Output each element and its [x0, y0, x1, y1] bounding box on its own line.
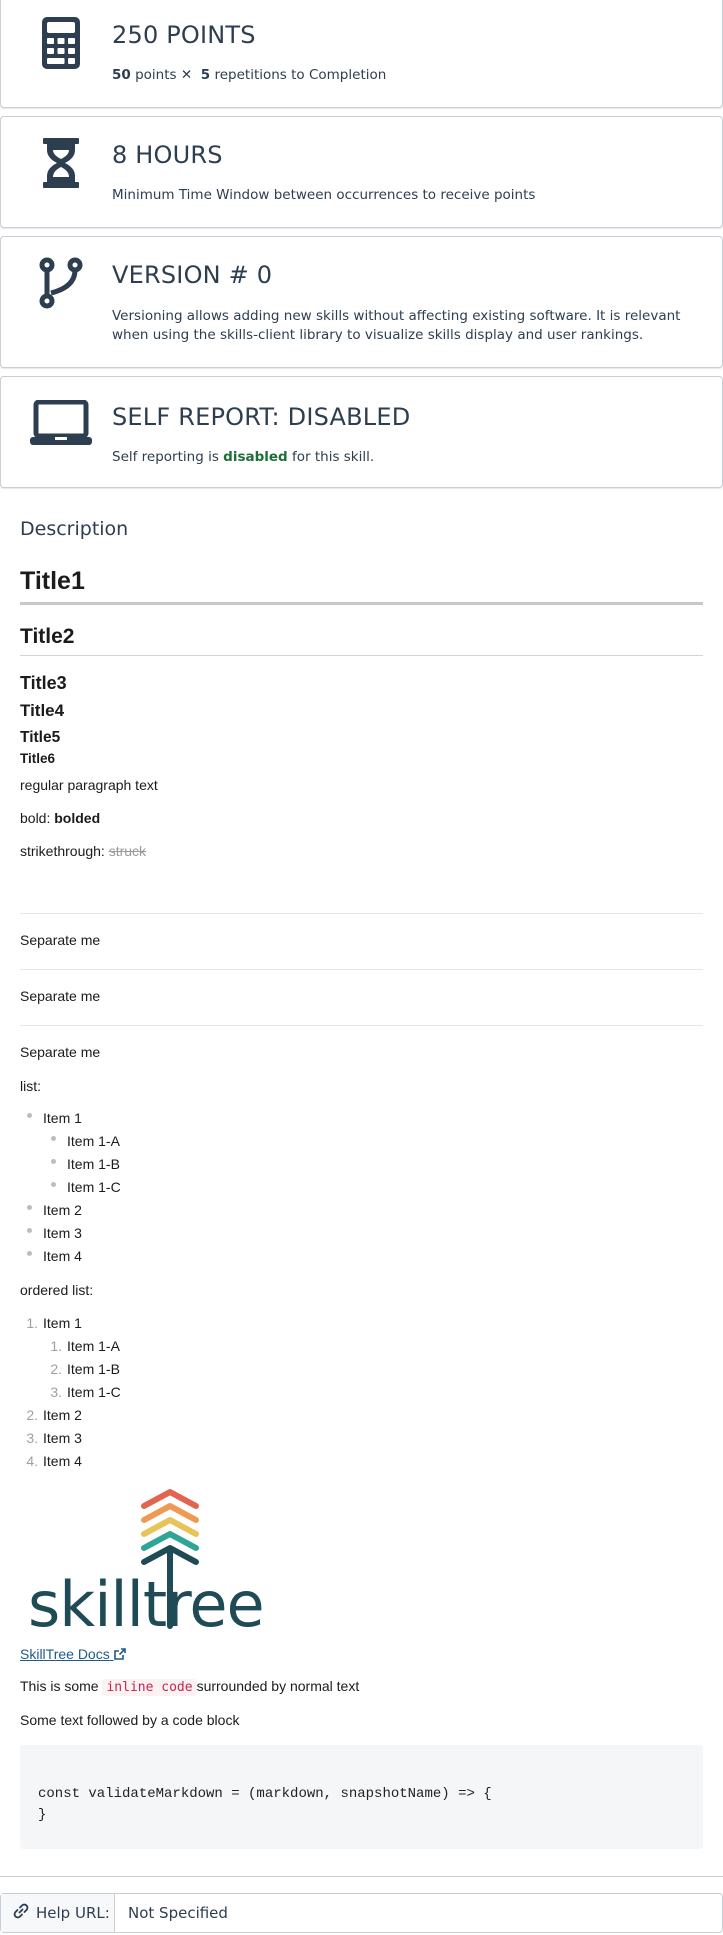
heading-4: Title4: [20, 701, 65, 720]
list-number: 1.: [26, 1315, 38, 1331]
codeblock-intro: Some text followed by a code block: [20, 1712, 240, 1728]
horizontal-rule: [20, 969, 703, 970]
list-item: Item 1-A: [67, 1133, 120, 1149]
paragraph: regular paragraph text: [20, 777, 158, 793]
bullet-icon: [51, 1159, 56, 1164]
list-item: Item 1-A: [67, 1338, 120, 1354]
bullet-icon: [27, 1205, 32, 1210]
list-number: 2.: [26, 1407, 38, 1423]
heading-1-underline: [20, 602, 703, 605]
self-report-status: disabled: [223, 449, 288, 465]
help-url-label-group: Help URL:: [1, 1894, 115, 1932]
list-item: Item 3: [43, 1430, 82, 1446]
heading-2: Title2: [20, 625, 75, 648]
list-item: Item 1-C: [67, 1384, 121, 1400]
horizontal-rule: [20, 1025, 703, 1026]
skilltree-logo: skilltree: [28, 1488, 292, 1641]
calculator-icon: [29, 11, 93, 75]
bullet-icon: [27, 1113, 32, 1118]
list-item: Item 1-B: [67, 1156, 120, 1172]
code-line: const validateMarkdown = (markdown, snap…: [38, 1786, 492, 1802]
list-item: Item 1: [43, 1315, 82, 1331]
list-item: Item 3: [43, 1225, 82, 1241]
hours-subtitle: Minimum Time Window between occurrences …: [112, 187, 536, 203]
list-item: Item 1-C: [67, 1179, 121, 1195]
list-item: Item 2: [43, 1407, 82, 1423]
version-title: VERSION # 0: [112, 261, 273, 289]
help-url-bar: Help URL: Not Specified: [0, 1893, 723, 1933]
laptop-icon: [29, 391, 93, 455]
list-item: Item 1-B: [67, 1361, 120, 1377]
list-number: 4.: [26, 1453, 38, 1469]
description-label: Description: [20, 518, 129, 540]
heading-3: Title3: [20, 673, 67, 693]
list-item: Item 4: [43, 1248, 82, 1264]
heading-1: Title1: [20, 567, 85, 595]
list-item: Item 1: [43, 1110, 82, 1126]
svg-text:skilltree: skilltree: [28, 1568, 264, 1632]
hours-title: 8 HOURS: [112, 141, 223, 169]
list-item: Item 2: [43, 1202, 82, 1218]
inline-code-line: This is some inline code surrounded by no…: [20, 1678, 360, 1696]
strike-line: strikethrough: struck: [20, 843, 147, 859]
external-link-icon: [113, 1647, 126, 1663]
skilltree-docs-link[interactable]: SkillTree Docs: [20, 1646, 126, 1663]
list-number: 2.: [50, 1361, 62, 1377]
self-report-card: SELF REPORT: DISABLED Self reporting is …: [0, 376, 723, 488]
points-subtitle: 50 points ✕ 5 repetitions to Completion: [112, 67, 387, 83]
hours-card: 8 HOURS Minimum Time Window between occu…: [0, 116, 723, 228]
separator-text: Separate me: [20, 932, 101, 948]
description-bottom-rule: [0, 1876, 723, 1877]
bullet-icon: [27, 1228, 32, 1233]
version-card: VERSION # 0 Versioning allows adding new…: [0, 236, 723, 368]
list-number: 1.: [50, 1338, 62, 1354]
bullet-icon: [51, 1136, 56, 1141]
separator-text: Separate me: [20, 1044, 101, 1060]
code-block: const validateMarkdown = (markdown, snap…: [20, 1745, 703, 1849]
inline-code: inline code: [102, 1679, 197, 1696]
help-url-value: Not Specified: [128, 1904, 228, 1922]
bullet-icon: [51, 1182, 56, 1187]
horizontal-rule: [20, 913, 703, 914]
list-number: 3.: [50, 1384, 62, 1400]
self-report-subtitle: Self reporting is disabled for this skil…: [112, 449, 375, 465]
heading-2-underline: [20, 655, 703, 656]
list-number: 3.: [26, 1430, 38, 1446]
list-label: list:: [20, 1078, 41, 1094]
code-line: }: [38, 1807, 47, 1823]
heading-5: Title5: [20, 729, 61, 746]
separator-text: Separate me: [20, 988, 101, 1004]
points-title: 250 POINTS: [112, 21, 256, 49]
points-card: 250 POINTS 50 points ✕ 5 repetitions to …: [0, 0, 723, 108]
link-icon: [13, 1903, 29, 1923]
bold-line: bold: bolded: [20, 810, 101, 826]
times-icon: ✕: [180, 67, 193, 83]
ordered-list-label: ordered list:: [20, 1282, 94, 1298]
self-report-title: SELF REPORT: DISABLED: [112, 403, 411, 431]
code-branch-icon: [29, 251, 93, 315]
help-url-label: Help URL:: [36, 1904, 110, 1922]
heading-6: Title6: [20, 751, 56, 766]
hourglass-icon: [29, 131, 93, 195]
bullet-icon: [27, 1251, 32, 1256]
version-subtitle: Versioning allows adding new skills with…: [112, 308, 681, 343]
list-item: Item 4: [43, 1453, 82, 1469]
